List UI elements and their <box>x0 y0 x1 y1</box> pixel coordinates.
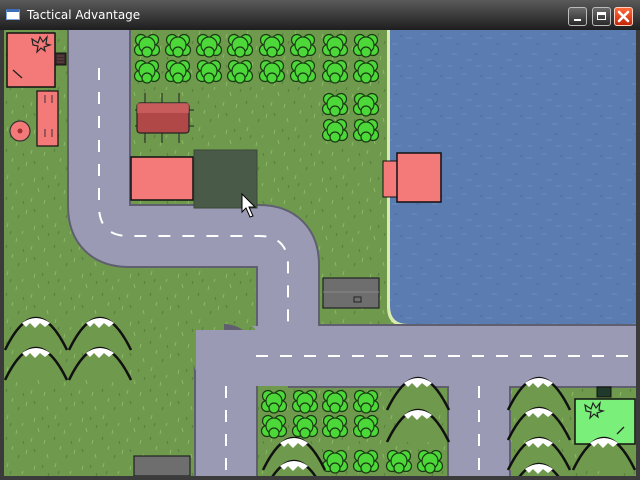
tree-icon <box>258 59 286 84</box>
window-app-icon <box>6 9 20 20</box>
close-icon <box>617 10 630 23</box>
maximize-button[interactable] <box>592 7 611 26</box>
minimize-button[interactable] <box>568 7 587 26</box>
tree-icon <box>321 414 349 439</box>
tree-icon <box>289 59 317 84</box>
tree-icon <box>385 449 413 474</box>
gray-structure[interactable] <box>133 455 191 476</box>
battlefield-map[interactable] <box>4 30 636 476</box>
tree-icon <box>352 59 380 84</box>
tree-icon <box>195 33 223 58</box>
tree-icon <box>195 59 223 84</box>
tree-icon <box>291 389 319 414</box>
tree-icon <box>352 389 380 414</box>
close-button[interactable] <box>614 7 633 26</box>
tree-icon <box>321 449 349 474</box>
gray-bunker[interactable] <box>322 277 380 309</box>
game-window: Tactical Advantage <box>0 0 640 480</box>
tree-icon <box>226 59 254 84</box>
tree-icon <box>321 59 349 84</box>
tree-icon <box>226 33 254 58</box>
tree-icon <box>321 118 349 143</box>
title-bar[interactable]: Tactical Advantage <box>0 0 640 30</box>
tree-icon <box>352 33 380 58</box>
tree-icon <box>133 33 161 58</box>
tree-icon <box>352 414 380 439</box>
tree-icon <box>289 33 317 58</box>
tree-icon <box>164 33 192 58</box>
tree-icon <box>133 59 161 84</box>
tree-icon <box>416 449 444 474</box>
tree-icon <box>291 414 319 439</box>
tree-icon <box>164 59 192 84</box>
red-barracks[interactable] <box>36 90 59 147</box>
tree-icon <box>260 389 288 414</box>
tree-icon <box>352 449 380 474</box>
tree-icon <box>321 92 349 117</box>
tree-icon <box>352 118 380 143</box>
red-warehouse[interactable] <box>130 156 194 201</box>
tree-icon <box>321 33 349 58</box>
tree-icon <box>352 92 380 117</box>
window-title: Tactical Advantage <box>27 8 141 22</box>
target-icon[interactable] <box>9 120 31 142</box>
tree-icon <box>321 389 349 414</box>
tree-icon <box>258 33 286 58</box>
tree-icon <box>260 414 288 439</box>
